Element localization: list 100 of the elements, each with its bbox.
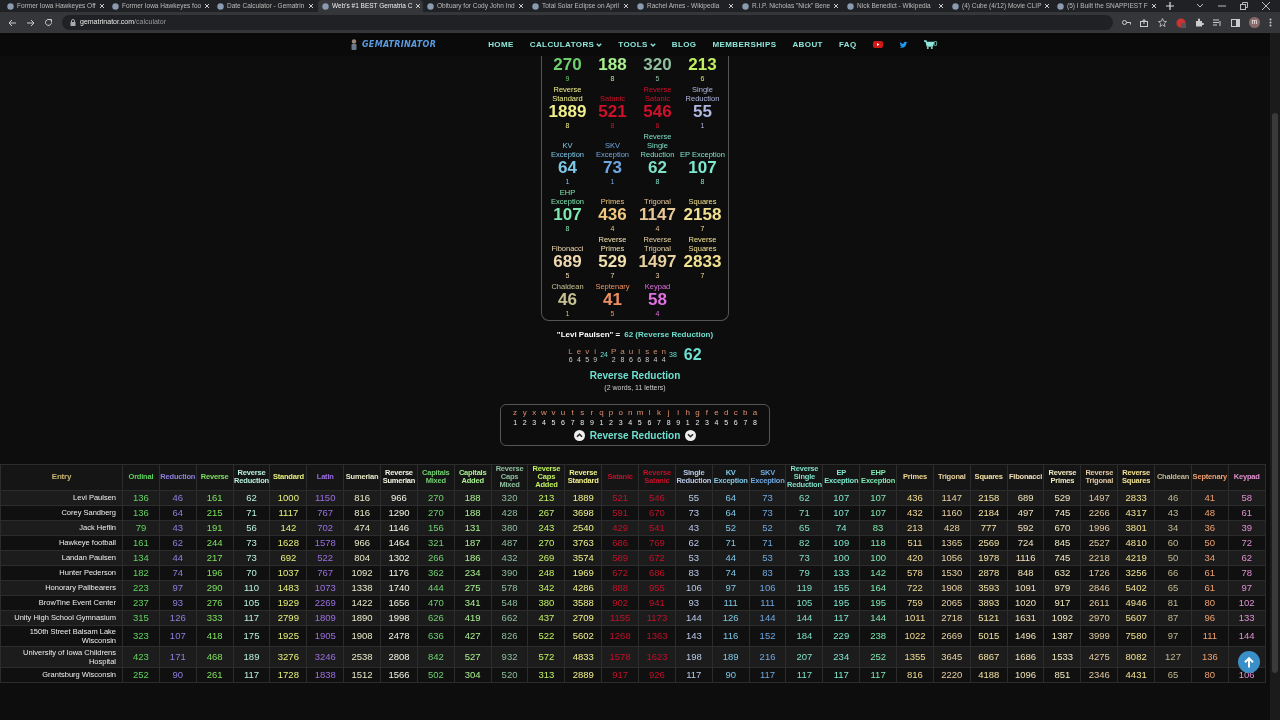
cipher-value: 2158 xyxy=(683,206,722,224)
favicon-icon xyxy=(322,2,329,10)
nav-link[interactable]: ABOUT xyxy=(792,38,823,51)
reload-icon[interactable] xyxy=(44,18,53,27)
key-letter: t xyxy=(570,407,575,418)
key-letter: g xyxy=(694,407,701,418)
puzzle-icon[interactable] xyxy=(1195,18,1204,27)
cipher-value: 73 xyxy=(603,159,622,177)
cipher-value: 689 xyxy=(553,253,582,271)
key-letter: d xyxy=(723,407,730,418)
nav-link[interactable]: HOME xyxy=(488,38,514,51)
youtube-icon[interactable] xyxy=(872,41,883,48)
cipher-value: 546 xyxy=(643,103,672,121)
close-icon[interactable] xyxy=(518,3,524,9)
key-letter: i xyxy=(676,407,681,418)
cipher-name: Reverse Reduction xyxy=(589,428,681,443)
chevron-down-icon[interactable] xyxy=(685,429,697,441)
key-icon[interactable] xyxy=(1122,19,1131,26)
nav-link[interactable]: TOOLS xyxy=(618,38,656,51)
key-letter: w xyxy=(540,407,547,418)
forward-icon[interactable] xyxy=(26,18,35,27)
favicon-icon xyxy=(112,2,119,10)
arrow-up-icon xyxy=(1244,656,1254,668)
menu-icon[interactable] xyxy=(1269,18,1272,27)
key-letter: z xyxy=(512,407,519,418)
cipher-value: 62 xyxy=(648,159,667,177)
key-letter: v xyxy=(550,407,557,418)
cipher-value: 58 xyxy=(648,291,667,309)
key-letter: j xyxy=(666,407,671,418)
letter: L xyxy=(568,346,573,356)
grand-total: 62 xyxy=(683,345,702,365)
key-letter: o xyxy=(617,407,624,418)
close-icon[interactable] xyxy=(1150,3,1157,9)
cipher-value: 64 xyxy=(558,159,577,177)
favicon-icon xyxy=(637,2,644,10)
letter: u xyxy=(628,346,634,356)
cipher-value: 188 xyxy=(598,56,627,74)
key-letter: e xyxy=(713,407,720,418)
close-icon[interactable] xyxy=(833,3,840,9)
close-icon[interactable] xyxy=(98,3,105,9)
cipher-value: 1497 xyxy=(638,253,677,271)
close-icon[interactable] xyxy=(938,3,944,9)
sidebar-icon[interactable] xyxy=(1231,18,1240,27)
cipher-name: Reverse Reduction xyxy=(589,369,681,383)
key-letter: n xyxy=(627,407,634,418)
close-icon[interactable] xyxy=(1262,2,1270,10)
letter: s xyxy=(645,346,650,356)
letter: a xyxy=(620,346,625,356)
close-icon[interactable] xyxy=(1044,3,1051,9)
result-text: 62 (Reverse Reduction) xyxy=(624,329,714,341)
figure-icon xyxy=(350,39,358,50)
key-letter: k xyxy=(656,407,662,418)
close-icon[interactable] xyxy=(728,3,734,9)
key-letter: u xyxy=(560,407,567,418)
close-icon[interactable] xyxy=(623,3,629,9)
column-header[interactable]: Entry xyxy=(0,464,123,490)
star-icon[interactable] xyxy=(1158,18,1167,27)
cipher-value: 107 xyxy=(553,206,582,224)
cipher-value: 1147 xyxy=(639,206,676,224)
chevron-down-icon[interactable] xyxy=(1196,3,1204,9)
share-icon[interactable] xyxy=(1140,18,1149,27)
cart-icon[interactable] xyxy=(923,40,934,49)
letter: i xyxy=(594,346,597,356)
logo[interactable]: GEMATRINATOR xyxy=(350,38,437,51)
favicon-icon xyxy=(1057,2,1064,10)
key-letter: b xyxy=(742,407,749,418)
letter: n xyxy=(661,346,667,356)
chevron-up-icon[interactable] xyxy=(573,429,585,441)
key-letter: a xyxy=(751,407,758,418)
nav-link[interactable]: CALCULATORS xyxy=(529,38,603,51)
letter: e xyxy=(653,346,658,356)
favicon-icon xyxy=(952,2,959,10)
cipher-value: 41 xyxy=(603,291,622,309)
nav-link[interactable]: BLOG xyxy=(671,38,697,51)
favicon-icon xyxy=(742,2,749,10)
playlist-icon[interactable] xyxy=(1213,18,1222,27)
key-letter: q xyxy=(598,407,605,418)
favicon-icon xyxy=(7,2,14,10)
minimize-icon[interactable] xyxy=(1218,3,1226,9)
scrollbar[interactable] xyxy=(1270,33,1280,720)
cipher-value: 107 xyxy=(688,159,717,177)
cipher-value: 529 xyxy=(598,253,627,271)
restore-icon[interactable] xyxy=(1240,2,1248,10)
cipher-value: 320 xyxy=(643,56,672,74)
close-icon[interactable] xyxy=(204,3,211,9)
plus-icon[interactable] xyxy=(1166,2,1174,10)
back-icon[interactable] xyxy=(8,18,17,27)
nav-link[interactable]: FAQ xyxy=(838,38,857,51)
phrase-text: "Levi Paulsen" = xyxy=(556,329,621,341)
close-icon[interactable] xyxy=(415,3,422,9)
cipher-value: 270 xyxy=(553,56,582,74)
key-letter: f xyxy=(704,407,710,418)
lock-icon xyxy=(70,19,76,26)
key-letter: s xyxy=(579,407,586,418)
bird-icon[interactable] xyxy=(898,40,908,49)
cipher-value: 2833 xyxy=(683,253,722,271)
key-letter: h xyxy=(684,407,691,418)
close-icon[interactable] xyxy=(308,3,314,9)
favicon-icon xyxy=(217,2,224,10)
nav-link[interactable]: MEMBERSHIPS xyxy=(712,38,777,51)
